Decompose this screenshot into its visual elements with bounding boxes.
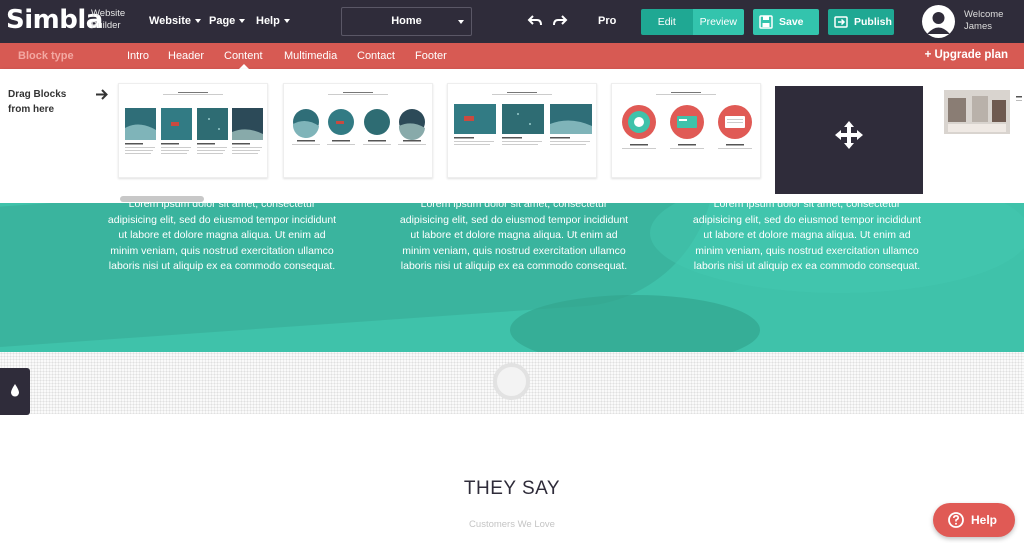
page-select[interactable]: Home bbox=[341, 7, 472, 36]
tab-content[interactable]: Content bbox=[224, 50, 263, 62]
image-cards-preview bbox=[125, 108, 263, 154]
tab-footer[interactable]: Footer bbox=[415, 50, 447, 62]
hero-column-text-1: Lorem ipsum dolor sit amet, consectetur … bbox=[107, 203, 337, 272]
mode-toggle: Edit Preview bbox=[641, 9, 744, 35]
save-label: Save bbox=[779, 16, 804, 28]
tab-intro[interactable]: Intro bbox=[127, 50, 149, 62]
menu-website-label: Website bbox=[149, 15, 191, 27]
block-thumbnail-dragging[interactable] bbox=[775, 86, 923, 194]
menu-page-label: Page bbox=[209, 15, 236, 27]
drag-blocks-hint: Drag Blocks from here bbox=[8, 87, 66, 117]
arrow-right-icon bbox=[96, 89, 108, 100]
tab-contact[interactable]: Contact bbox=[357, 50, 395, 62]
menu-help[interactable]: Help bbox=[256, 15, 290, 27]
question-circle-icon bbox=[948, 512, 964, 528]
block-thumbnail-icon-features[interactable] bbox=[611, 83, 761, 178]
menu-page[interactable]: Page bbox=[209, 15, 246, 27]
blocks-panel: Drag Blocks from here bbox=[0, 69, 1024, 203]
chevron-down-icon bbox=[458, 20, 464, 24]
block-type-label: Block type bbox=[18, 50, 74, 62]
user-greeting[interactable]: Welcome James bbox=[964, 9, 1003, 33]
logo-subtitle-line2: Builder bbox=[91, 20, 121, 31]
undo-icon[interactable] bbox=[527, 13, 543, 29]
theme-color-tab[interactable] bbox=[0, 368, 30, 415]
page-select-value: Home bbox=[391, 15, 422, 27]
move-icon[interactable] bbox=[834, 120, 864, 150]
blocks-scrollbar[interactable] bbox=[120, 196, 204, 202]
block-type-nav: Block type Intro Header Content Multimed… bbox=[0, 43, 1024, 69]
hero-column-text-2: Lorem ipsum dolor sit amet, consectetur … bbox=[399, 203, 629, 272]
publish-button[interactable]: Publish bbox=[828, 9, 894, 35]
drop-icon bbox=[11, 384, 19, 397]
hero-column-text-3: Lorem ipsum dolor sit amet, consectetur … bbox=[692, 203, 922, 272]
user-icon bbox=[922, 5, 955, 38]
logo[interactable]: Simbla bbox=[6, 5, 103, 35]
three-cards-preview bbox=[454, 104, 592, 145]
gallery-preview bbox=[944, 90, 1022, 134]
upgrade-plan-link[interactable]: + Upgrade plan bbox=[925, 49, 1008, 61]
content-hero-section: Lorem ipsum dolor sit amet, consectetur … bbox=[0, 203, 1024, 352]
icon-features-preview bbox=[622, 105, 752, 149]
drag-blocks-line1: Drag Blocks bbox=[8, 89, 67, 100]
logo-subtitle-line1: Website bbox=[91, 8, 126, 19]
tab-multimedia[interactable]: Multimedia bbox=[284, 50, 337, 62]
testimonials-title: THEY SAY bbox=[463, 478, 561, 499]
publish-icon bbox=[834, 16, 848, 28]
help-button[interactable]: Help bbox=[933, 503, 1015, 537]
chevron-down-icon bbox=[283, 19, 290, 24]
block-thumbnail-circle-images[interactable] bbox=[283, 83, 433, 178]
circle-images-preview bbox=[292, 109, 426, 145]
help-label: Help bbox=[971, 513, 998, 527]
testimonials-subtitle: Customers We Love bbox=[469, 519, 555, 530]
block-thumbnail-three-cards[interactable] bbox=[447, 83, 597, 178]
user-name: James bbox=[964, 21, 992, 32]
chevron-down-icon bbox=[194, 19, 201, 24]
menu-help-label: Help bbox=[256, 15, 280, 27]
edit-mode-button[interactable]: Edit bbox=[641, 9, 693, 35]
redo-icon[interactable] bbox=[552, 13, 568, 29]
preview-mode-button[interactable]: Preview bbox=[692, 9, 744, 35]
drag-blocks-line2: from here bbox=[8, 104, 55, 115]
top-bar: Simbla Website Builder Website Page Help… bbox=[0, 0, 1024, 43]
menu-website[interactable]: Website bbox=[149, 15, 201, 27]
save-button[interactable]: Save bbox=[753, 9, 819, 35]
quote-badge-icon bbox=[493, 363, 530, 400]
pro-label[interactable]: Pro bbox=[598, 15, 616, 27]
block-thumbnail-image-cards[interactable] bbox=[118, 83, 268, 178]
logo-subtitle: Website Builder bbox=[91, 8, 125, 32]
avatar[interactable] bbox=[922, 5, 955, 38]
save-icon bbox=[759, 15, 773, 29]
tab-header[interactable]: Header bbox=[168, 50, 204, 62]
publish-label: Publish bbox=[854, 16, 892, 28]
block-thumbnail-partial[interactable] bbox=[942, 88, 1024, 138]
welcome-text: Welcome bbox=[964, 9, 1004, 20]
chevron-down-icon bbox=[239, 19, 246, 24]
